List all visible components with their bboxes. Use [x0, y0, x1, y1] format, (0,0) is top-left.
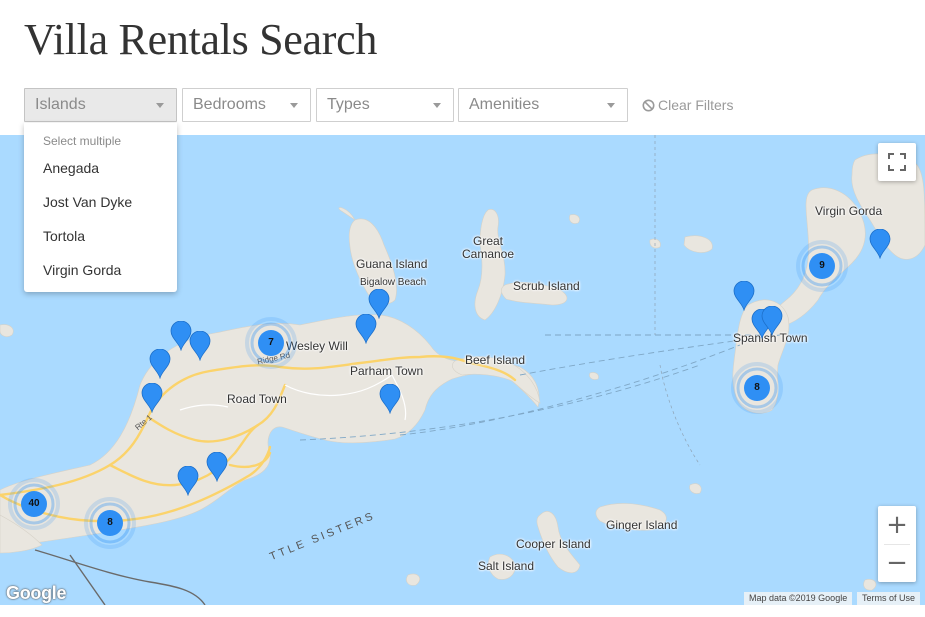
dropdown-option-anegada[interactable]: Anegada: [43, 160, 99, 176]
label-great-camanoe: Great Camanoe: [462, 234, 515, 261]
islands-filter[interactable]: Islands: [24, 88, 177, 122]
map-data-attribution: Map data ©2019 Google: [744, 592, 853, 605]
zoom-in-button[interactable]: +: [878, 506, 916, 544]
bedrooms-filter-label: Bedrooms: [193, 96, 266, 113]
map-pin[interactable]: [141, 382, 163, 414]
cluster-count: 8: [754, 382, 760, 393]
label-virgin-gorda: Virgin Gorda: [815, 204, 883, 218]
amenities-filter[interactable]: Amenities: [458, 88, 628, 122]
map-pin-icon: [189, 330, 211, 362]
dropdown-option-tortola[interactable]: Tortola: [43, 228, 85, 244]
dropdown-hint: Select multiple: [43, 134, 122, 148]
label-salt-island: Salt Island: [478, 559, 535, 573]
map-pin[interactable]: [355, 313, 377, 345]
map-pin[interactable]: [869, 228, 891, 260]
fullscreen-icon: [888, 153, 906, 171]
marker-cluster[interactable]: 9: [794, 238, 850, 294]
label-bigalow-beach: Bigalow Beach: [360, 277, 427, 288]
zoom-out-button[interactable]: −: [878, 544, 916, 582]
map-pin[interactable]: [177, 465, 199, 497]
map-pin[interactable]: [149, 348, 171, 380]
islands-filter-label: Islands: [35, 96, 86, 113]
map-pin-icon: [761, 305, 783, 337]
label-cooper-island: Cooper Island: [516, 537, 591, 551]
map-pin-icon: [206, 451, 228, 483]
label-scrub-island: Scrub Island: [513, 279, 580, 293]
marker-cluster[interactable]: 8: [729, 360, 785, 416]
dropdown-option-jost-van-dyke[interactable]: Jost Van Dyke: [43, 194, 132, 210]
label-road-town: Road Town: [227, 392, 287, 406]
map-pin[interactable]: [761, 305, 783, 337]
label-beef-island: Beef Island: [465, 353, 526, 367]
dropdown-option-virgin-gorda[interactable]: Virgin Gorda: [43, 262, 121, 278]
map-pin[interactable]: [733, 280, 755, 312]
cluster-count: 9: [819, 260, 825, 271]
clear-filters-button[interactable]: Clear Filters: [642, 97, 733, 113]
map-pin-icon: [733, 280, 755, 312]
islands-dropdown-menu: Select multiple Anegada Jost Van Dyke To…: [24, 123, 177, 292]
label-ginger-island: Ginger Island: [606, 518, 678, 532]
label-parham-town: Parham Town: [350, 364, 424, 378]
map-pin-icon: [141, 382, 163, 414]
clear-filters-label: Clear Filters: [658, 97, 734, 113]
map-pin[interactable]: [379, 383, 401, 415]
ban-icon: [642, 99, 655, 112]
amenities-filter-label: Amenities: [469, 96, 540, 113]
label-guana-island: Guana Island: [356, 257, 428, 271]
map-pin-icon: [177, 465, 199, 497]
caret-down-icon: [607, 103, 615, 108]
map-pin-icon: [355, 313, 377, 345]
caret-down-icon: [290, 103, 298, 108]
map-pin-icon: [869, 228, 891, 260]
caret-down-icon: [156, 103, 164, 108]
map-pin-icon: [379, 383, 401, 415]
bedrooms-filter[interactable]: Bedrooms: [182, 88, 311, 122]
caret-down-icon: [433, 103, 441, 108]
map-pin[interactable]: [206, 451, 228, 483]
marker-cluster[interactable]: 7: [243, 315, 299, 371]
cluster-count: 8: [107, 517, 113, 528]
types-filter[interactable]: Types: [316, 88, 454, 122]
types-filter-label: Types: [327, 96, 370, 113]
fullscreen-button[interactable]: [878, 143, 916, 181]
marker-cluster[interactable]: 40: [6, 476, 62, 532]
cluster-count: 7: [268, 337, 274, 348]
terms-of-use-link[interactable]: Terms of Use: [857, 592, 921, 605]
marker-cluster[interactable]: 8: [82, 495, 138, 551]
page-title: Villa Rentals Search: [24, 15, 378, 64]
google-logo: Google: [6, 583, 67, 603]
map-pin-icon: [149, 348, 171, 380]
map-pin[interactable]: [189, 330, 211, 362]
zoom-control: + −: [878, 506, 916, 582]
great-camanoe-island: [474, 209, 506, 321]
cluster-count: 40: [28, 498, 40, 509]
